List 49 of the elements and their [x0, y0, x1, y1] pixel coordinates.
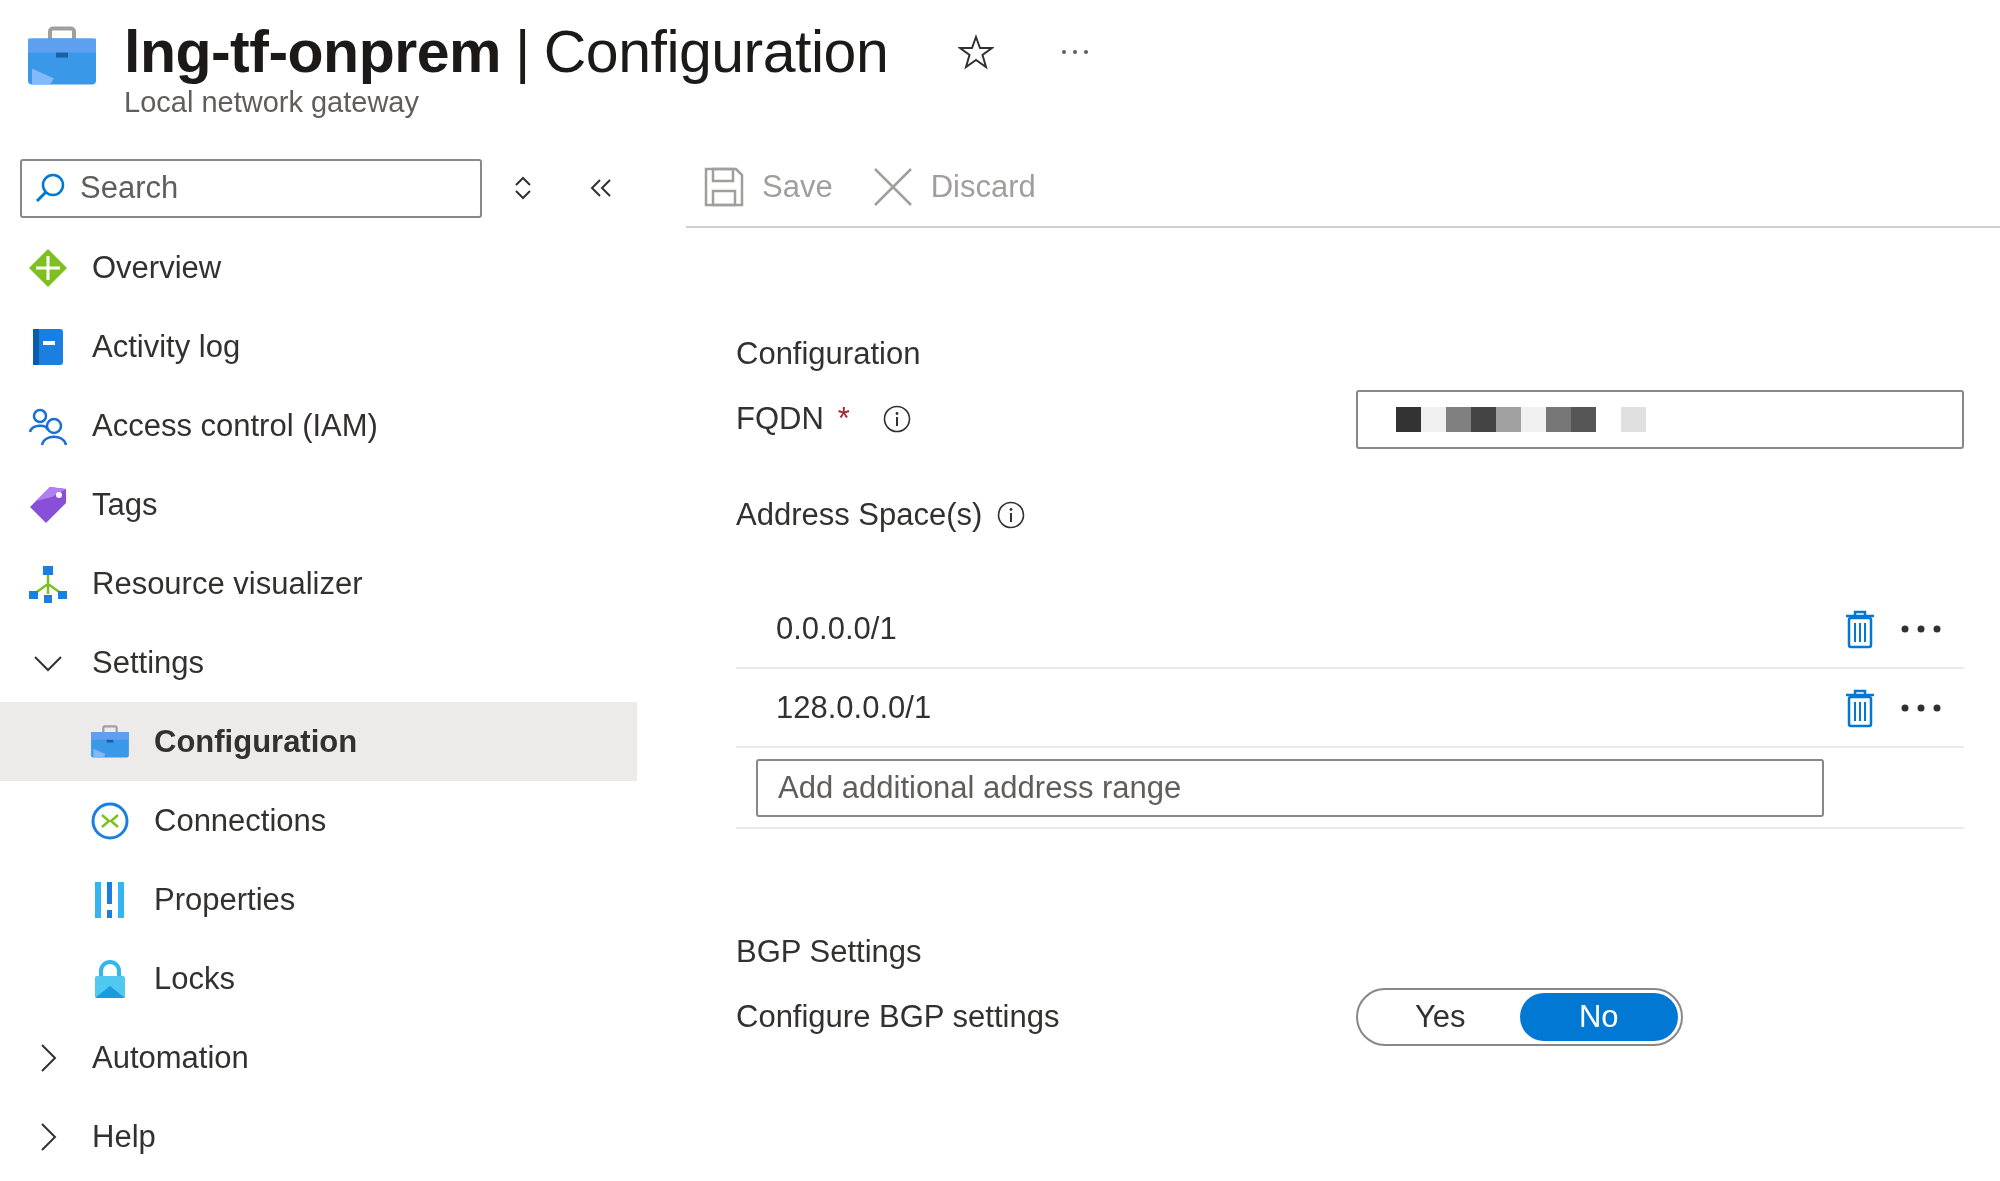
toggle-option[interactable]: No — [1519, 993, 1678, 1041]
briefcase-icon — [26, 26, 98, 88]
section-title: BGP Settings — [736, 934, 923, 971]
trash-icon — [1844, 687, 1876, 728]
search-icon — [34, 171, 66, 204]
info-icon[interactable] — [996, 500, 1027, 530]
briefcase-icon — [90, 724, 130, 759]
nav-item[interactable]: Access control (IAM) — [0, 386, 637, 465]
nav-item[interactable]: Locks — [0, 939, 637, 1018]
nav-item[interactable]: Properties — [0, 860, 637, 939]
nav-item[interactable]: Activity log — [0, 307, 637, 386]
fqdn-field[interactable] — [1356, 389, 1964, 449]
resource-name: lng-tf-onprem — [124, 18, 501, 86]
hierarchy-icon — [28, 563, 68, 604]
lock-icon — [92, 958, 128, 999]
nav-item[interactable]: Settings — [0, 623, 637, 702]
more-icon — [1900, 624, 1942, 633]
section-title: Configuration — [736, 336, 922, 373]
address-range: 128.0.0.0/1 — [776, 689, 933, 726]
address-range-input[interactable]: Add additional address range — [756, 758, 1824, 817]
resource-type: Local network gateway — [124, 86, 420, 119]
search-field[interactable]: Search — [20, 158, 482, 218]
nav-item[interactable]: Automation — [0, 1018, 637, 1097]
double-chevron-left-icon — [588, 177, 614, 199]
field-label: FQDN — [736, 401, 824, 437]
field-label: Address Space(s) — [736, 497, 983, 533]
nav-item[interactable]: Connections — [0, 781, 637, 860]
connection-icon — [90, 800, 130, 841]
nav-item[interactable]: Help — [0, 1097, 637, 1176]
tag-icon — [28, 484, 68, 525]
nav-item[interactable]: Resource visualizer — [0, 544, 637, 623]
book-icon — [30, 326, 66, 367]
nav-item[interactable]: Tags — [0, 465, 637, 544]
required-mark: * — [837, 401, 850, 437]
address-range: 0.0.0.0/1 — [776, 610, 898, 647]
field-label: Configure BGP settings — [736, 999, 1060, 1035]
info-icon[interactable] — [881, 404, 912, 434]
nav-item[interactable]: Overview — [0, 228, 637, 307]
page-title: Configuration — [543, 18, 889, 86]
nav-item[interactable]: Configuration — [0, 702, 637, 781]
trash-icon — [1844, 608, 1876, 649]
title-separator: | — [514, 18, 530, 86]
diamond-arrows-icon — [28, 247, 68, 288]
more-icon — [1060, 48, 1091, 56]
star-icon — [958, 34, 995, 70]
up-down-chevron-icon — [512, 175, 534, 201]
toggle-option[interactable]: Yes — [1361, 993, 1520, 1041]
close-icon — [872, 167, 913, 207]
more-icon — [1900, 703, 1942, 712]
